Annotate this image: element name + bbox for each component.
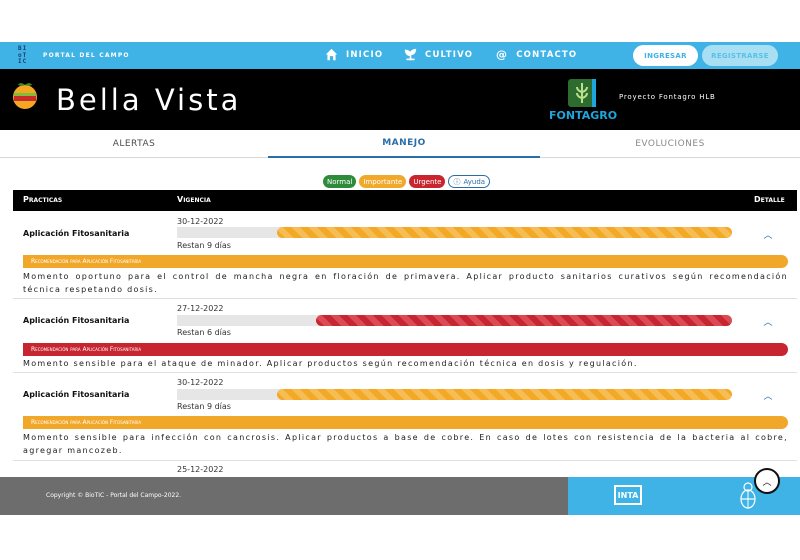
login-button[interactable]: INGRESAR [633, 45, 698, 66]
tab-alertas[interactable]: ALERTAS [0, 130, 268, 158]
validity-progress-track [177, 227, 732, 238]
recommendation-text: Momento oportuno para el control de manc… [23, 272, 788, 294]
validity-progress-track [177, 389, 732, 400]
column-header-detalle: Detalle [754, 195, 785, 204]
page: BI oT IC PORTAL DEL CAMPO INICIO CULTIVO @… [0, 0, 800, 560]
table-header: Practicas Vigencia Detalle [13, 190, 797, 211]
nav-link-label: INICIO [346, 49, 384, 60]
at-icon: @ [496, 48, 509, 61]
recommendation-bar: Recomendación para Aplicación Fitosanita… [23, 343, 788, 356]
register-button[interactable]: REGISTRARSE [702, 45, 778, 66]
row-practice: Aplicación Fitosanitaria [23, 316, 130, 325]
row-practice: Aplicación Fitosanitaria [23, 390, 130, 399]
status-legend: Normal Importante Urgente ⓘ Ayuda [323, 175, 491, 188]
project-label: Proyecto Fontagro HLB [619, 93, 716, 101]
legend-urgente-badge: Urgente [409, 175, 446, 188]
biotic-logo[interactable]: BI oT IC [18, 45, 38, 66]
chevron-up-icon[interactable]: ︿ [762, 228, 774, 241]
fontagro-logo: FONTAGRO [549, 79, 619, 127]
help-icon: ⓘ [453, 177, 461, 186]
row-practice: Aplicación Fitosanitaria [23, 229, 130, 238]
tab-bar: ALERTAS MANEJO EVOLUCIONES [0, 130, 800, 158]
portal-label: PORTAL DEL CAMPO [43, 52, 130, 59]
recommendation-text: Momento sensible para infección con canc… [23, 433, 788, 455]
validity-progress-fill [276, 389, 732, 400]
inta-logo: INTA [614, 485, 642, 505]
chevron-up-icon[interactable]: ︿ [762, 389, 774, 402]
copyright-text: Copyright © BioTIC - Portal del Campo-20… [46, 492, 182, 499]
top-navigation-bar: BI oT IC PORTAL DEL CAMPO INICIO CULTIVO @… [0, 42, 800, 69]
recommendation-bar: Recomendación para Aplicación Fitosanita… [23, 255, 788, 268]
nav-link-inicio[interactable]: INICIO [325, 48, 383, 61]
recommendation-bar: Recomendación para Aplicación Fitosanita… [23, 416, 788, 429]
column-header-vigencia: Vigencia [177, 195, 211, 204]
farm-title: Bella Vista [56, 83, 242, 117]
row-remaining-days: Restan 9 días [177, 241, 231, 250]
footer: Copyright © BioTIC - Portal del Campo-20… [0, 477, 800, 515]
tab-evoluciones[interactable]: EVOLUCIONES [540, 130, 800, 158]
wheat-icon [568, 79, 596, 107]
row-remaining-days: Restan 9 días [177, 402, 231, 411]
recommendation-text: Momento sensible para el ataque de minad… [23, 359, 638, 368]
help-label: Ayuda [463, 177, 486, 186]
row-remaining-days: Restan 6 días [177, 328, 231, 337]
column-header-practicas: Practicas [23, 195, 63, 204]
nav-link-contacto[interactable]: @ CONTACTO [496, 48, 577, 61]
row-date: 27-12-2022 [177, 304, 224, 313]
footer-left: Copyright © BioTIC - Portal del Campo-20… [0, 477, 568, 515]
table-row: 30-12-2022 Aplicación Fitosanitaria Rest… [13, 211, 797, 299]
table-row: 27-12-2022 Aplicación Fitosanitaria Rest… [13, 299, 797, 373]
nav-link-label: CULTIVO [425, 49, 474, 60]
nav-link-cultivo[interactable]: CULTIVO [404, 48, 473, 61]
validity-progress-track [177, 315, 732, 326]
row-date: 25-12-2022 [177, 465, 224, 474]
chevron-up-icon: ︿ [762, 477, 772, 488]
scroll-to-top-button[interactable]: ︿ [754, 468, 780, 494]
legend-importante-badge: Importante [359, 175, 407, 188]
table-row: 30-12-2022 Aplicación Fitosanitaria Rest… [13, 373, 797, 461]
row-date: 30-12-2022 [177, 378, 224, 387]
legend-normal-badge: Normal [323, 175, 357, 188]
help-button[interactable]: ⓘ Ayuda [448, 175, 491, 188]
nav-link-label: CONTACTO [516, 49, 578, 60]
fontagro-text: FONTAGRO [549, 109, 618, 122]
plant-icon [404, 48, 417, 61]
chevron-up-icon[interactable]: ︿ [762, 315, 774, 328]
home-icon [325, 48, 338, 61]
farm-header: Bella Vista FONTAGRO Proyecto Fontagro H… [0, 69, 800, 130]
validity-progress-fill [276, 227, 732, 238]
citrus-fruit-icon [13, 83, 37, 109]
table-row: 25-12-2022 [13, 461, 797, 477]
validity-progress-fill [315, 315, 732, 326]
row-date: 30-12-2022 [177, 217, 224, 226]
tab-manejo[interactable]: MANEJO [268, 130, 540, 158]
